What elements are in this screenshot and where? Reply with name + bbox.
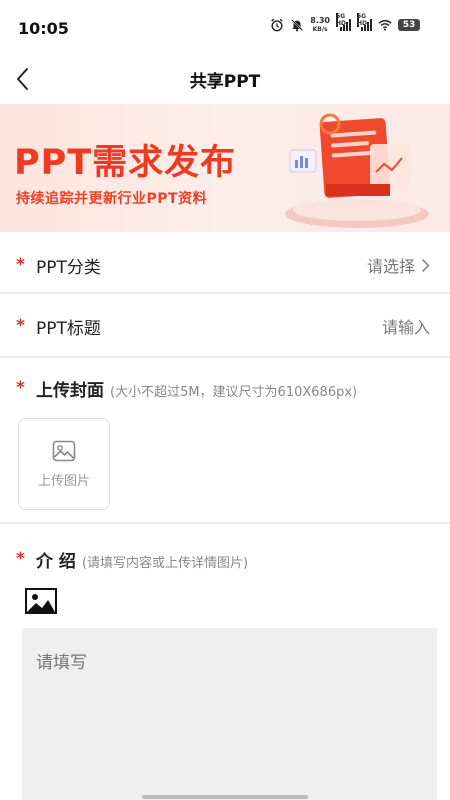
- required-mark: *: [16, 378, 25, 398]
- speed-unit: KB/s: [312, 26, 328, 33]
- home-indicator[interactable]: [142, 795, 308, 799]
- page-title: 共享PPT: [189, 71, 261, 92]
- title-row: * PPT标题 请输入: [0, 300, 450, 352]
- banner-title: PPT需求发布: [14, 143, 237, 183]
- required-mark: *: [16, 255, 25, 275]
- required-mark: *: [16, 549, 25, 569]
- sim2-label: 5G HD: [357, 13, 368, 27]
- divider: [0, 356, 450, 358]
- chevron-left-icon: [17, 68, 28, 90]
- upload-cover-button[interactable]: 上传图片: [18, 418, 110, 510]
- title-label: PPT标题: [36, 318, 101, 339]
- cover-hint: (大小不超过5M，建议尺寸为610X686px): [110, 384, 358, 400]
- speed-value: 8.30: [310, 16, 330, 25]
- intro-hint: (请填写内容或上传详情图片): [81, 555, 249, 571]
- category-label: PPT分类: [36, 257, 101, 278]
- category-select[interactable]: 请选择: [367, 253, 430, 277]
- wifi-icon: [378, 20, 392, 31]
- title-input[interactable]: 请输入: [382, 314, 430, 338]
- signal-icon-sim1: 5G HD: [336, 13, 351, 31]
- category-value: 请选择: [366, 257, 415, 276]
- intro-label-text: 介 绍: [36, 551, 76, 572]
- sim1-label: 5G HD: [336, 13, 347, 27]
- signal-icon-sim2: 5G HD: [357, 13, 372, 31]
- cover-row: * 上传封面 (大小不超过5M，建议尺寸为610X686px): [0, 370, 450, 406]
- required-mark: *: [16, 316, 25, 336]
- status-icons: 8.30 KB/s 5G HD 5G HD 53: [270, 13, 420, 34]
- banner: PPT需求发布 持续追踪并更新行业PPT资料: [0, 104, 450, 232]
- divider: [0, 522, 450, 524]
- divider: [0, 292, 450, 294]
- cover-label: 上传封面 (大小不超过5M，建议尺寸为610X686px): [36, 376, 357, 401]
- nav-bar: 共享PPT: [0, 56, 450, 102]
- chevron-right-icon: [421, 258, 430, 272]
- intro-textarea[interactable]: [22, 628, 437, 800]
- alarm-icon: [271, 18, 283, 32]
- category-row[interactable]: * PPT分类 请选择: [0, 240, 450, 290]
- intro-row: * 介 绍 (请填写内容或上传详情图片): [0, 542, 450, 576]
- mute-icon: [291, 19, 304, 32]
- insert-image-icon[interactable]: [24, 586, 58, 616]
- cover-label-text: 上传封面: [36, 380, 104, 401]
- banner-subtitle: 持续追踪并更新行业PPT资料: [16, 191, 208, 207]
- status-time: 10:05: [18, 18, 69, 38]
- banner-illustration: [285, 113, 429, 228]
- network-speed: 8.30 KB/s: [310, 16, 330, 34]
- intro-label: 介 绍 (请填写内容或上传详情图片): [36, 547, 248, 572]
- upload-cover-label: 上传图片: [37, 473, 90, 489]
- back-button[interactable]: [6, 62, 40, 96]
- status-bar: 10:05 8.30 KB/s 5G HD 5G HD 53: [0, 0, 450, 56]
- battery-icon: 53: [398, 19, 420, 31]
- image-icon: [52, 440, 76, 461]
